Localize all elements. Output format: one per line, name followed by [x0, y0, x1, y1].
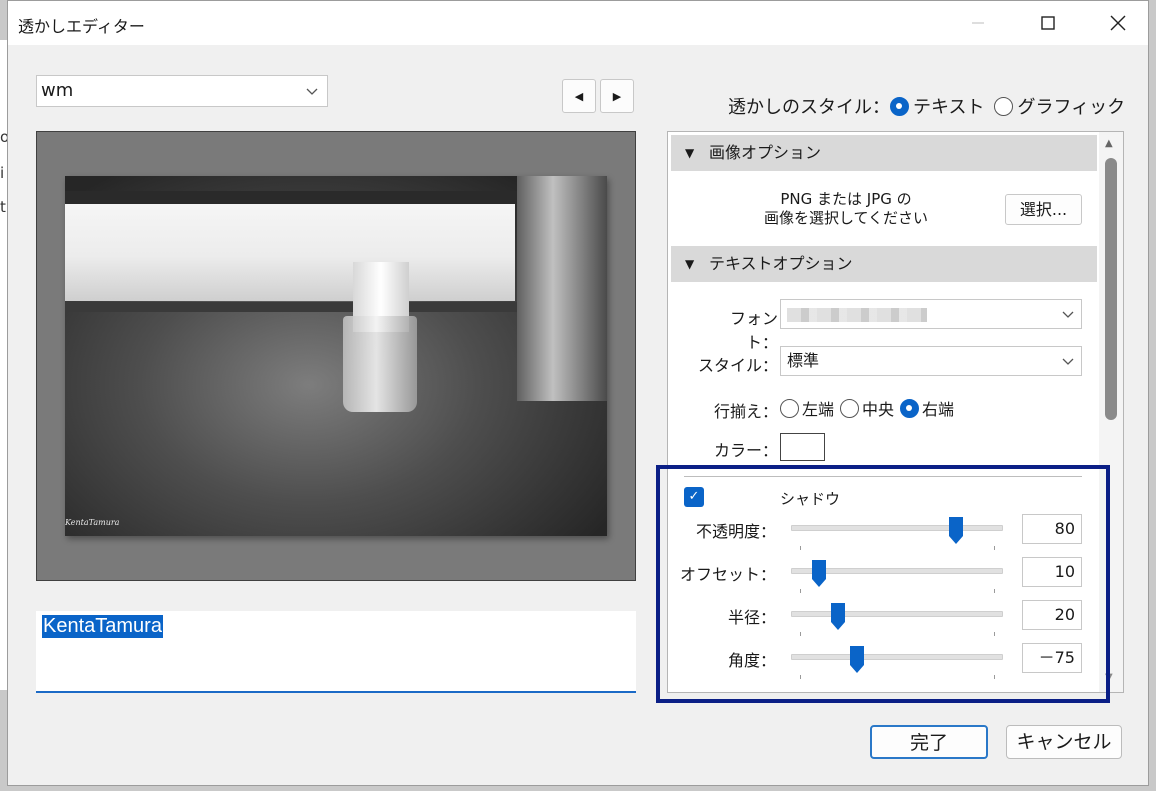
style-graphic-label[interactable]: グラフィック — [1017, 93, 1125, 119]
scroll-down-icon[interactable]: ▼ — [1105, 672, 1113, 683]
watermark-style-selector: 透かしのスタイル： テキスト グラフィック — [728, 93, 1135, 119]
done-button[interactable]: 完了 — [870, 725, 988, 759]
scroll-up-icon[interactable]: ▲ — [1105, 138, 1113, 149]
watermark-editor-dialog: 透かしエディター wm ◀ ▶ KentaTamura KentaTamura … — [7, 0, 1149, 786]
preset-value: wm — [41, 80, 74, 101]
select-image-button[interactable]: 選択... — [1005, 194, 1082, 225]
scrollbar-thumb[interactable] — [1105, 158, 1117, 420]
chevron-down-icon — [1062, 358, 1074, 365]
title-bar: 透かしエディター — [8, 1, 1148, 45]
photo-watermark: KentaTamura — [65, 518, 120, 527]
chevron-down-icon — [1062, 311, 1074, 318]
preview-area: KentaTamura — [36, 131, 636, 581]
slider-value-input[interactable]: 10 — [1022, 557, 1082, 587]
window-title: 透かしエディター — [18, 17, 145, 36]
slider-thumb[interactable] — [830, 603, 845, 630]
checkmark-icon: ✓ — [688, 489, 700, 504]
align-right-radio[interactable] — [900, 398, 920, 418]
font-style-dropdown[interactable]: 標準 — [780, 346, 1082, 376]
watermark-text-selection: KentaTamura — [42, 615, 163, 638]
font-dropdown[interactable] — [780, 299, 1082, 329]
maximize-button[interactable] — [1016, 1, 1080, 45]
font-label: フォント： — [729, 309, 778, 352]
alignment-options: 左端 中央 右端 — [780, 396, 960, 420]
slider-thumb[interactable] — [811, 560, 826, 587]
next-arrow-icon: ▶ — [612, 89, 622, 103]
slider-value-input[interactable]: －75 — [1022, 643, 1082, 673]
slider-tick — [800, 632, 801, 636]
image-hint: PNG または JPG の 画像を選択してください — [763, 190, 929, 227]
color-label: カラー： — [713, 441, 778, 460]
align-right-label[interactable]: 右端 — [922, 396, 954, 420]
background-text-fragment: i — [0, 164, 5, 182]
preset-dropdown[interactable]: wm — [36, 75, 328, 107]
slider-tick — [994, 675, 995, 679]
preview-photo: KentaTamura — [65, 176, 607, 536]
style-text-radio[interactable] — [890, 96, 909, 116]
align-left-label[interactable]: 左端 — [802, 396, 834, 420]
slider-tick — [994, 546, 995, 550]
text-options-header[interactable]: ▼ テキストオプション — [671, 246, 1097, 282]
shadow-slider-label: 不透明度： — [695, 522, 776, 541]
chevron-down-icon — [306, 88, 318, 95]
next-image-button[interactable]: ▶ — [600, 79, 634, 113]
previous-image-button[interactable]: ◀ — [562, 79, 596, 113]
slider-track[interactable] — [791, 611, 1003, 617]
shadow-slider-label: 半径： — [727, 608, 776, 627]
minimize-button[interactable] — [946, 1, 1010, 45]
watermark-text-input[interactable]: KentaTamura — [36, 611, 636, 693]
collapse-triangle-icon: ▼ — [685, 146, 695, 160]
align-center-radio[interactable] — [840, 398, 860, 418]
close-button[interactable] — [1086, 1, 1150, 45]
redacted-font-name — [787, 307, 927, 322]
slider-tick — [994, 632, 995, 636]
background-text-fragment: t — [0, 198, 6, 216]
slider-thumb[interactable] — [949, 517, 964, 544]
style-graphic-radio[interactable] — [994, 96, 1014, 116]
shadow-checkbox[interactable]: ✓ — [684, 487, 704, 507]
cancel-button[interactable]: キャンセル — [1006, 725, 1122, 759]
shadow-label: シャドウ — [780, 490, 841, 508]
options-panel: ▼ 画像オプション PNG または JPG の 画像を選択してください 選択..… — [667, 131, 1124, 693]
previous-arrow-icon: ◀ — [574, 89, 584, 103]
align-center-label[interactable]: 中央 — [862, 396, 894, 420]
alignment-label: 行揃え： — [713, 402, 778, 421]
slider-value-input[interactable]: 80 — [1022, 514, 1082, 544]
slider-thumb[interactable] — [849, 646, 864, 673]
minimize-icon — [972, 22, 984, 24]
image-options-header[interactable]: ▼ 画像オプション — [671, 135, 1097, 171]
style-text-label[interactable]: テキスト — [913, 93, 984, 119]
align-left-radio[interactable] — [780, 398, 799, 418]
shadow-slider-label: オフセット： — [679, 565, 776, 584]
style-label: スタイル： — [698, 356, 779, 375]
slider-track[interactable] — [791, 654, 1003, 660]
color-swatch[interactable] — [780, 433, 825, 461]
watermark-style-label: 透かしのスタイル： — [728, 97, 890, 118]
slider-value-input[interactable]: 20 — [1022, 600, 1082, 630]
slider-tick — [800, 546, 801, 550]
font-style-value: 標準 — [787, 351, 820, 370]
shadow-slider-label: 角度： — [727, 651, 776, 670]
collapse-triangle-icon: ▼ — [685, 257, 695, 271]
divider — [684, 476, 1082, 477]
slider-track[interactable] — [791, 525, 1003, 531]
slider-tick — [800, 589, 801, 593]
close-icon — [1110, 15, 1126, 31]
slider-tick — [994, 589, 995, 593]
options-scrollbar[interactable]: ▲ ▼ — [1099, 132, 1123, 692]
maximize-icon — [1041, 16, 1055, 30]
slider-tick — [800, 675, 801, 679]
